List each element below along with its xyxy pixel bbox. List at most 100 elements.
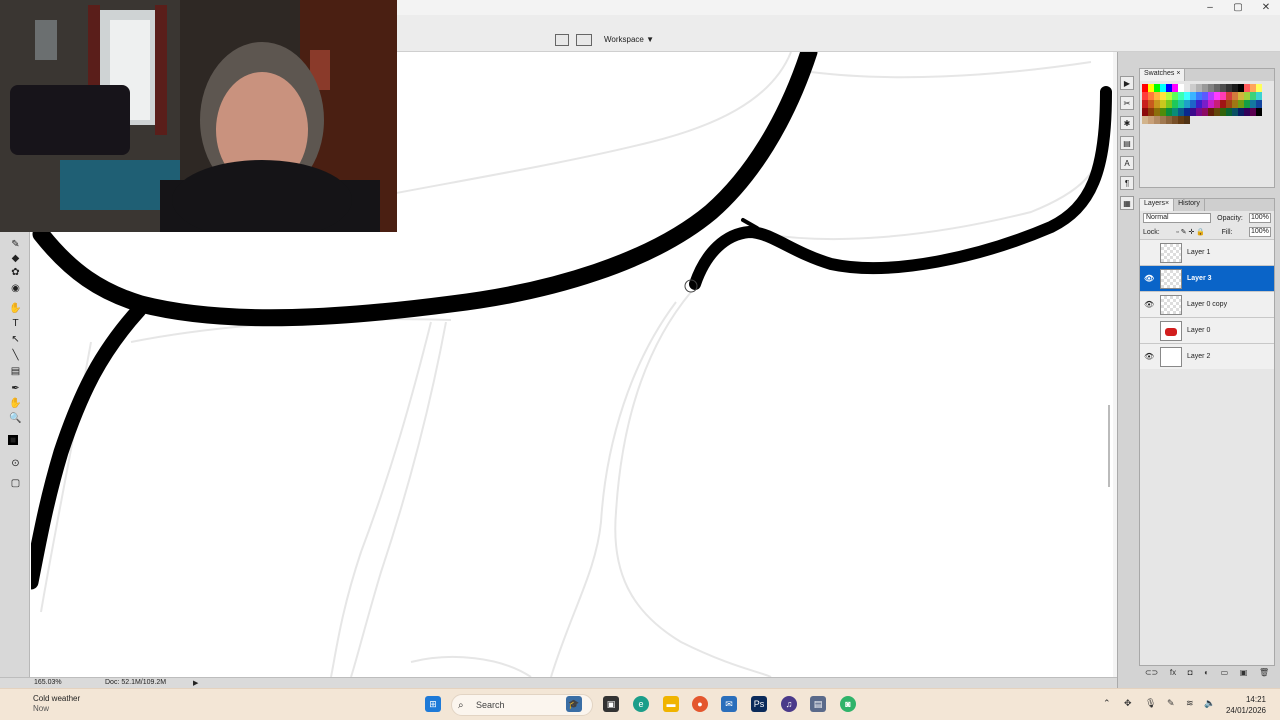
tool-3-icon[interactable]: ◉: [8, 282, 23, 295]
tool-14-icon[interactable]: ▢: [8, 477, 23, 490]
weather-widget[interactable]: Cold weather Now: [33, 694, 80, 714]
headphones-icon[interactable]: ♫: [781, 696, 797, 712]
lock-label: Lock:: [1143, 228, 1160, 236]
photoshop-icon[interactable]: Ps: [751, 696, 767, 712]
scroll-thumb[interactable]: [1108, 405, 1110, 487]
start-icon[interactable]: ⊞: [425, 696, 441, 712]
tool-8-icon[interactable]: ▤: [8, 365, 23, 378]
collapsed-panels-strip: ▶ ✂ ✱ ▤ A ¶ ▦: [1119, 70, 1135, 216]
palette-well-icon[interactable]: [555, 34, 569, 46]
tab-label: Layers: [1144, 200, 1166, 207]
workspace-menu[interactable]: Workspace ▼: [598, 32, 660, 46]
zoom-level[interactable]: 165.03%: [34, 679, 62, 686]
layer-list: Layer 1 👁 Layer 3 👁 Layer 0 copy Layer 0 👁 Laye…: [1140, 239, 1274, 369]
layer-row[interactable]: Layer 0: [1140, 317, 1274, 343]
dropbox-icon[interactable]: ✥: [1124, 698, 1132, 709]
new-group-icon[interactable]: ▭: [1221, 668, 1229, 680]
minimize-button[interactable]: –: [1196, 0, 1224, 14]
status-menu-arrow[interactable]: ▶: [193, 679, 198, 687]
blend-mode-select[interactable]: Normal: [1143, 213, 1211, 223]
character-icon[interactable]: A: [1120, 156, 1134, 170]
adjustment-layer-icon[interactable]: ◐: [1204, 668, 1209, 680]
file-explorer-icon[interactable]: ▬: [663, 696, 679, 712]
visibility-eye-icon[interactable]: 👁: [1144, 300, 1154, 309]
tool-11-icon[interactable]: 🔍: [8, 412, 23, 425]
status-bar: 165.03% Doc: 52.1M/109.2M ▶: [0, 677, 1117, 688]
layer-style-icon[interactable]: fx: [1170, 668, 1176, 680]
weather-subtitle: Now: [33, 704, 50, 713]
fill-label: Fill:: [1221, 228, 1233, 236]
layer-thumbnail: [1160, 242, 1182, 263]
swatch[interactable]: [1256, 100, 1262, 108]
brushes-icon[interactable]: ✂: [1120, 96, 1134, 110]
tool-5-icon[interactable]: T: [8, 317, 23, 330]
task-view-icon[interactable]: ▣: [603, 696, 619, 712]
close-icon[interactable]: ×: [1176, 70, 1180, 77]
layer-row[interactable]: Layer 1: [1140, 239, 1274, 265]
swatch-grid: [1140, 81, 1274, 127]
layer-name: Layer 0 copy: [1187, 301, 1228, 308]
tab-layers[interactable]: Layers×: [1140, 199, 1175, 211]
layer-name: Layer 0: [1187, 327, 1211, 334]
outlook-icon[interactable]: ✉: [721, 696, 737, 712]
maximize-button[interactable]: ▢: [1224, 0, 1252, 14]
volume-icon[interactable]: 🔈: [1204, 698, 1215, 709]
app-window-icon[interactable]: ▤: [810, 696, 826, 712]
mic-icon[interactable]: 🎙: [1145, 698, 1156, 709]
layer-comps-icon[interactable]: ▤: [1120, 136, 1134, 150]
swatch[interactable]: [1256, 92, 1262, 100]
tool-7-icon[interactable]: ╲: [8, 349, 23, 362]
navigator-icon[interactable]: ▶: [1120, 76, 1134, 90]
tool-9-icon[interactable]: ✒: [8, 382, 23, 395]
tab-label: History: [1178, 200, 1200, 207]
actions-icon[interactable]: ▦: [1120, 196, 1134, 210]
visibility-eye-icon[interactable]: 👁: [1144, 352, 1154, 361]
delete-layer-icon[interactable]: 🗑: [1259, 668, 1269, 680]
swatch[interactable]: [1184, 116, 1190, 124]
pen-icon[interactable]: ✎: [1167, 698, 1175, 709]
tray-chevron-icon[interactable]: ⌃: [1103, 698, 1111, 709]
layer-thumbnail: [1160, 320, 1182, 341]
firefox-icon[interactable]: ●: [692, 696, 708, 712]
tool-1-icon[interactable]: ◆: [8, 252, 23, 265]
new-layer-icon[interactable]: ▣: [1240, 668, 1248, 680]
taskbar: Cold weather Now ⊞ ⌕ Search 🎓 ▣ e ▬ ● ✉ …: [0, 688, 1280, 720]
close-icon[interactable]: ×: [1165, 200, 1169, 207]
layer-name: Layer 1: [1187, 249, 1211, 256]
education-icon[interactable]: 🎓: [566, 696, 582, 712]
tool-10-icon[interactable]: ✋: [8, 397, 23, 410]
opacity-field[interactable]: 100%: [1249, 213, 1271, 223]
paragraph-icon[interactable]: ¶: [1120, 176, 1134, 190]
lock-icons[interactable]: ▫ ✎ ✛ 🔒: [1176, 228, 1205, 236]
tab-swatches[interactable]: Swatches ×: [1140, 69, 1186, 81]
clock-time: 14:21: [1245, 695, 1266, 704]
doc-size-info: Doc: 52.1M/109.2M: [105, 679, 167, 686]
swatch[interactable]: [1256, 84, 1262, 92]
tab-history[interactable]: History: [1174, 199, 1205, 211]
fill-field[interactable]: 100%: [1248, 227, 1271, 237]
wifi-icon[interactable]: ≋: [1186, 698, 1194, 709]
layer-row[interactable]: 👁 Layer 2: [1140, 343, 1274, 369]
edge-icon[interactable]: e: [633, 696, 649, 712]
tool-0-icon[interactable]: ✎: [8, 238, 23, 251]
layer-name: Layer 3: [1187, 275, 1212, 282]
search-icon: ⌕: [458, 699, 464, 711]
visibility-eye-icon[interactable]: 👁: [1144, 274, 1154, 283]
tool-12-icon[interactable]: ■: [8, 435, 18, 446]
layer-row[interactable]: 👁 Layer 0 copy: [1140, 291, 1274, 317]
layer-mask-icon[interactable]: ◘: [1188, 668, 1193, 680]
layer-row[interactable]: 👁 Layer 3: [1140, 265, 1274, 291]
layers-panel: Layers× History Normal Opacity: 100% Lock…: [1139, 198, 1275, 666]
bridge-icon[interactable]: [576, 34, 592, 46]
tool-4-icon[interactable]: ✋: [8, 302, 23, 315]
tool-6-icon[interactable]: ↖: [8, 333, 23, 346]
link-layers-icon[interactable]: ⊂⊃: [1145, 668, 1158, 680]
clock[interactable]: 14:21 24/01/2026: [1226, 694, 1266, 716]
close-button[interactable]: ✕: [1252, 0, 1280, 14]
green-app-icon[interactable]: ◙: [840, 696, 856, 712]
tool-2-icon[interactable]: ✿: [8, 266, 23, 279]
swatch[interactable]: [1256, 108, 1262, 116]
tool-13-icon[interactable]: ⊙: [8, 457, 23, 470]
weather-title: Cold weather: [33, 694, 81, 703]
tool-presets-icon[interactable]: ✱: [1120, 116, 1134, 130]
